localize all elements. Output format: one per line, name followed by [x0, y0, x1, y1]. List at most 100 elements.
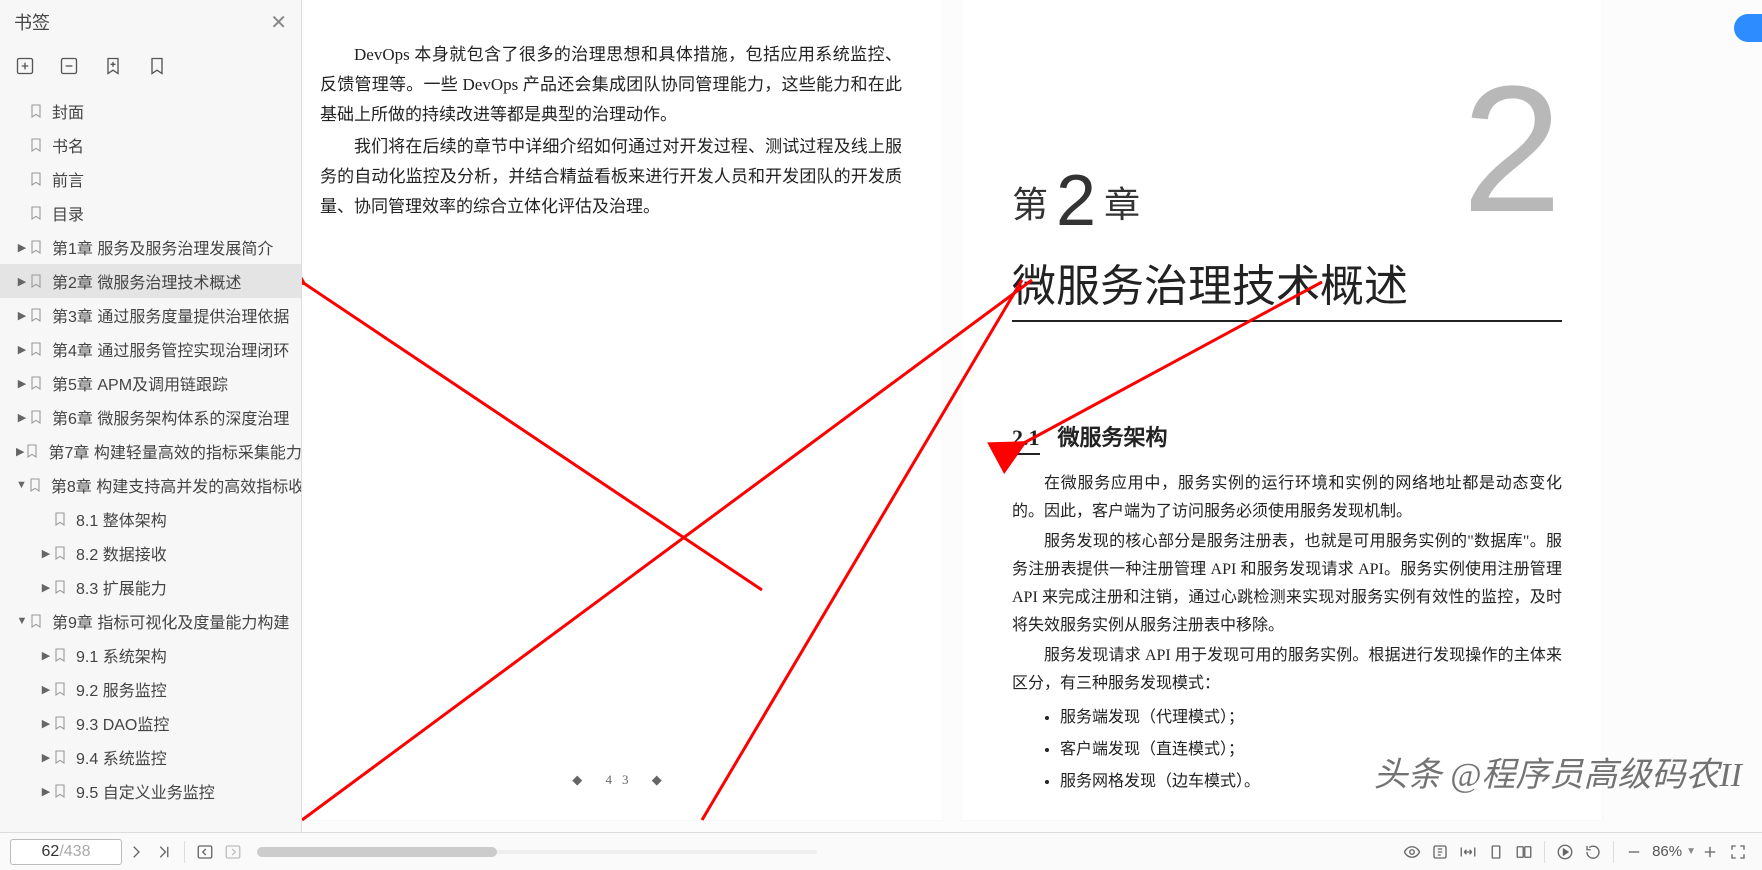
bookmark-icon	[28, 613, 44, 629]
close-icon[interactable]: ✕	[270, 10, 287, 35]
chevron-right-icon[interactable]: ▶	[16, 309, 28, 322]
fit-width-icon[interactable]	[1454, 838, 1482, 866]
chevron-right-icon[interactable]: ▶	[16, 241, 28, 254]
bookmark-item[interactable]: ▶ 8.2 数据接收	[0, 536, 301, 570]
section-heading: 2.1微服务架构	[1012, 420, 1168, 452]
chevron-right-icon[interactable]: ▶	[40, 649, 52, 662]
bookmark-item[interactable]: ▶ 第7章 构建轻量高效的指标采集能力	[0, 434, 301, 468]
chevron-right-icon[interactable]: ▶	[40, 785, 52, 798]
page-right: 2 第2章 微服务治理技术概述 2.1微服务架构 在微服务应用中，服务实例的运行…	[962, 0, 1602, 820]
bookmark-item[interactable]: ▶书名	[0, 128, 301, 162]
paragraph: 在微服务应用中，服务实例的运行环境和实例的网络地址都是动态变化的。因此，客户端为…	[1012, 470, 1562, 526]
bookmark-icon	[28, 375, 44, 391]
bookmark-item[interactable]: ▶9.3 DAO监控	[0, 706, 301, 740]
zoom-out-icon[interactable]	[1620, 838, 1648, 866]
list-item: 服务网格发现（边车模式）。	[1060, 768, 1562, 796]
chevron-down-icon[interactable]: ▼	[16, 615, 28, 627]
text-select-icon[interactable]	[1426, 838, 1454, 866]
next-page-icon[interactable]	[122, 838, 150, 866]
bookmark-icon	[52, 783, 68, 799]
bookmark-icon	[52, 511, 68, 527]
corner-badge-icon	[1734, 14, 1762, 42]
zoom-in-icon[interactable]	[1696, 838, 1724, 866]
bookmark-icon	[52, 715, 68, 731]
sidebar-title: 书签	[14, 9, 50, 35]
chevron-right-icon[interactable]: ▶	[40, 683, 52, 696]
bookmark-item[interactable]: ▶第6章 微服务架构体系的深度治理	[0, 400, 301, 434]
bookmark-item[interactable]: ▶前言	[0, 162, 301, 196]
chevron-right-icon[interactable]: ▶	[40, 547, 52, 560]
nav-forward-icon[interactable]	[219, 838, 247, 866]
page-left-body: DevOps 本身就包含了很多的治理思想和具体措施，包括应用系统监控、反馈管理等…	[320, 40, 902, 224]
bookmark-label: 9.4 系统监控	[76, 745, 167, 769]
page-right-body: 在微服务应用中，服务实例的运行环境和实例的网络地址都是动态变化的。因此，客户端为…	[1012, 470, 1562, 800]
bookmark-label: 第5章 APM及调用链跟踪	[52, 371, 228, 395]
nav-back-icon[interactable]	[191, 838, 219, 866]
bookmark-icon	[28, 307, 44, 323]
paragraph: 服务发现的核心部分是服务注册表，也就是可用服务实例的"数据库"。服务注册表提供一…	[1012, 528, 1562, 640]
bookmark-item[interactable]: ▶ 第5章 APM及调用链跟踪	[0, 366, 301, 400]
horizontal-scrollbar[interactable]	[257, 845, 817, 859]
bookmark-item[interactable]: ▶目录	[0, 196, 301, 230]
bookmark-item[interactable]: ▶第4章 通过服务管控实现治理闭环	[0, 332, 301, 366]
bookmark-item[interactable]: ▶9.5 自定义业务监控	[0, 774, 301, 808]
bookmark-item[interactable]: ▶9.2 服务监控	[0, 672, 301, 706]
bookmark-label: 目录	[52, 201, 84, 225]
chapter-rule	[1012, 320, 1562, 322]
bookmark-item[interactable]: ▼ 第9章 指标可视化及度量能力构建	[0, 604, 301, 638]
chevron-right-icon[interactable]: ▶	[16, 343, 28, 356]
bookmark-icon	[52, 749, 68, 765]
bookmark-icon	[52, 545, 68, 561]
bookmark-icon	[27, 477, 43, 493]
bookmark-label: 第2章 微服务治理技术概述	[52, 269, 241, 293]
bookmark-item[interactable]: ▶8.1 整体架构	[0, 502, 301, 536]
single-page-icon[interactable]	[1482, 838, 1510, 866]
chapter-big-number: 2	[1462, 60, 1562, 240]
paragraph: 服务发现请求 API 用于发现可用的服务实例。根据进行发现操作的主体来区分，有三…	[1012, 642, 1562, 698]
rotate-icon[interactable]	[1579, 838, 1607, 866]
bookmark-label: 第7章 构建轻量高效的指标采集能力	[48, 439, 301, 463]
chevron-right-icon[interactable]: ▶	[40, 717, 52, 730]
chevron-right-icon[interactable]: ▶	[16, 275, 28, 288]
chevron-right-icon[interactable]: ▶	[16, 445, 24, 458]
bookmark-item[interactable]: ▶ 第2章 微服务治理技术概述	[0, 264, 301, 298]
chevron-right-icon[interactable]: ▶	[40, 581, 52, 594]
paragraph: DevOps 本身就包含了很多的治理思想和具体措施，包括应用系统监控、反馈管理等…	[320, 40, 902, 130]
bookmark-item[interactable]: ▶ 第1章 服务及服务治理发展简介	[0, 230, 301, 264]
page-input[interactable]: 62/438	[10, 839, 122, 865]
bookmark-item[interactable]: ▶第3章 通过服务度量提供治理依据	[0, 298, 301, 332]
chevron-right-icon[interactable]: ▶	[16, 377, 28, 390]
chevron-down-icon[interactable]: ▼	[16, 479, 27, 491]
document-viewport[interactable]: DevOps 本身就包含了很多的治理思想和具体措施，包括应用系统监控、反馈管理等…	[302, 0, 1762, 832]
bookmark-icon	[52, 579, 68, 595]
zoom-level[interactable]: 86%	[1652, 843, 1682, 860]
bookmark-item[interactable]: ▶ 9.4 系统监控	[0, 740, 301, 774]
bookmark-item[interactable]: ▼第8章 构建支持高并发的高效指标收…	[0, 468, 301, 502]
bookmark-icon	[24, 443, 40, 459]
collapse-tree-icon[interactable]	[58, 55, 80, 77]
bookmark-icon[interactable]	[146, 55, 168, 77]
expand-tree-icon[interactable]	[14, 55, 36, 77]
read-mode-icon[interactable]	[1398, 838, 1426, 866]
chevron-right-icon[interactable]: ▶	[40, 751, 52, 764]
bookmark-label: 前言	[52, 167, 84, 191]
bookmark-icon	[28, 137, 44, 153]
bookmark-item[interactable]: ▶ 9.1 系统架构	[0, 638, 301, 672]
bookmark-item[interactable]: ▶封面	[0, 94, 301, 128]
two-page-icon[interactable]	[1510, 838, 1538, 866]
bookmark-icon	[28, 273, 44, 289]
bookmark-label: 第9章 指标可视化及度量能力构建	[52, 609, 289, 633]
bookmark-item[interactable]: ▶8.3 扩展能力	[0, 570, 301, 604]
page-number: ◆ 43 ◆	[302, 772, 942, 788]
bookmark-label: 8.2 数据接收	[76, 541, 167, 565]
fullscreen-icon[interactable]	[1724, 838, 1752, 866]
chevron-right-icon[interactable]: ▶	[16, 411, 28, 424]
last-page-icon[interactable]	[150, 838, 178, 866]
autoscroll-icon[interactable]	[1551, 838, 1579, 866]
bookmark-add-icon[interactable]	[102, 55, 124, 77]
bookmark-icon	[28, 239, 44, 255]
bookmarks-sidebar: 书签 ✕ ▶封面▶书名▶前言▶目录▶第1章 服务及服务治理发展简介▶第2章 微服…	[0, 0, 302, 832]
bookmark-label: 第1章 服务及服务治理发展简介	[52, 235, 273, 259]
bookmark-icon	[52, 647, 68, 663]
bookmark-label: 9.1 系统架构	[76, 643, 167, 667]
